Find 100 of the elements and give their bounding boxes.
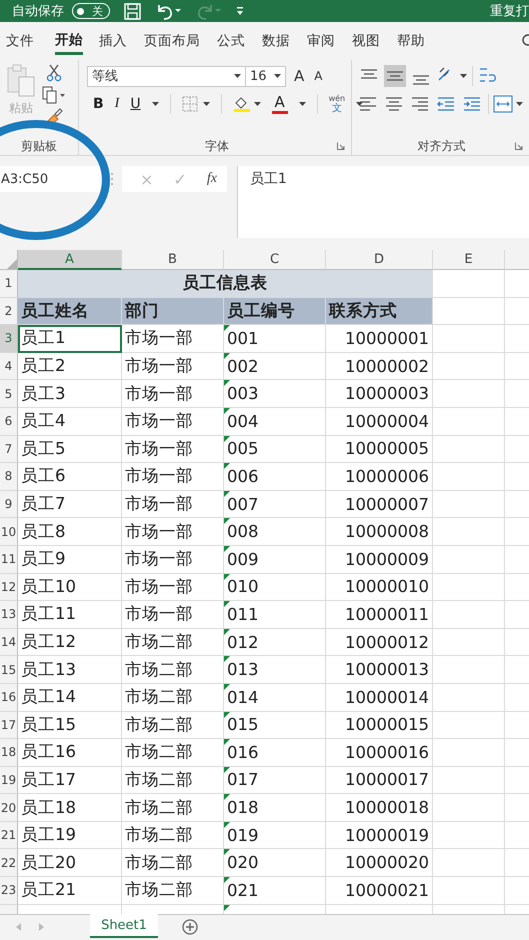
ribbon-tab[interactable]: 插入 <box>95 22 140 60</box>
dropdown-icon[interactable] <box>274 74 281 78</box>
table-cell: 员工14 <box>21 686 76 708</box>
phonetic-button[interactable]: wén 文 <box>328 94 346 114</box>
row-header[interactable]: 6 <box>0 408 18 436</box>
save-icon[interactable] <box>124 2 141 20</box>
merge-center-icon[interactable] <box>493 94 523 114</box>
row-header[interactable]: 20 <box>0 794 18 822</box>
dropdown-icon[interactable] <box>152 102 159 106</box>
row-header[interactable]: 14 <box>0 628 18 656</box>
fill-color-icon[interactable] <box>232 95 261 113</box>
customize-icon[interactable] <box>235 5 245 17</box>
ribbon-tab[interactable]: 开始 <box>55 27 83 55</box>
row-header[interactable]: 12 <box>0 574 18 602</box>
error-indicator-icon[interactable] <box>224 490 230 497</box>
row-header[interactable]: 7 <box>0 436 18 464</box>
row-header[interactable]: 5 <box>0 380 18 408</box>
row-header[interactable]: 3 <box>0 325 18 353</box>
table-cell: 员工19 <box>21 824 76 846</box>
row-header[interactable]: 9 <box>0 490 18 518</box>
row-header[interactable]: 15 <box>0 656 18 684</box>
undo-icon[interactable] <box>155 2 183 20</box>
error-indicator-icon[interactable] <box>224 436 230 442</box>
row-header[interactable]: 22 <box>0 849 18 878</box>
row-header[interactable]: 8 <box>0 463 18 491</box>
row-header[interactable]: 23 <box>0 877 18 905</box>
row-header[interactable]: 19 <box>0 766 18 794</box>
font-color-button[interactable]: A <box>272 94 288 114</box>
row-header[interactable]: 17 <box>0 712 18 740</box>
error-indicator-icon[interactable] <box>224 904 230 911</box>
italic-button[interactable]: I <box>114 96 120 112</box>
ribbon-tab[interactable]: 审阅 <box>303 22 348 60</box>
grow-font-button[interactable]: A <box>294 67 304 85</box>
font-size-field[interactable]: 16 <box>246 66 286 86</box>
row-header[interactable]: 16 <box>0 684 18 712</box>
error-indicator-icon[interactable] <box>224 766 230 773</box>
error-indicator-icon[interactable] <box>224 380 230 386</box>
ribbon-tab[interactable]: 公式 <box>213 22 258 60</box>
table-cell: 市场二部 <box>125 741 193 764</box>
column-header[interactable]: B <box>122 250 224 270</box>
row-header[interactable]: 18 <box>0 739 18 767</box>
name-box[interactable]: A3:C50 <box>0 166 100 192</box>
error-indicator-icon[interactable] <box>224 574 230 580</box>
dropdown-icon[interactable] <box>356 102 364 106</box>
table-cell: 10000020 <box>345 853 429 872</box>
error-indicator-icon[interactable] <box>224 877 230 884</box>
cut-icon[interactable] <box>47 64 61 82</box>
ribbon-tab[interactable]: 数据 <box>258 22 303 60</box>
error-indicator-icon[interactable] <box>224 712 230 718</box>
column-header[interactable]: D <box>326 250 433 270</box>
table-cell: 员工16 <box>21 741 76 764</box>
row-header[interactable]: 1 <box>0 270 18 298</box>
row-header[interactable]: 11 <box>0 546 18 574</box>
error-indicator-icon[interactable] <box>224 684 230 690</box>
row-header[interactable]: 21 <box>0 822 18 850</box>
error-indicator-icon[interactable] <box>224 601 230 608</box>
error-indicator-icon[interactable] <box>224 628 230 635</box>
column-header[interactable]: A <box>18 250 122 270</box>
table-cell: 008 <box>227 522 258 542</box>
error-indicator-icon[interactable] <box>224 546 230 552</box>
add-sheet-icon[interactable] <box>182 919 198 935</box>
copy-icon[interactable] <box>42 86 66 104</box>
table-cell: 市场二部 <box>125 824 193 846</box>
ribbon-tab[interactable]: 视图 <box>348 22 393 60</box>
dropdown-icon[interactable] <box>298 102 306 106</box>
ribbon-tab[interactable]: 文件 <box>2 22 47 60</box>
dialog-launcher-icon[interactable] <box>337 142 345 150</box>
dialog-launcher-icon[interactable] <box>515 142 523 150</box>
column-header[interactable]: E <box>433 250 505 270</box>
sheet-tab[interactable]: Sheet1 <box>90 914 158 938</box>
font-name-field[interactable]: 等线 <box>87 66 246 86</box>
error-indicator-icon[interactable] <box>224 325 230 332</box>
column-title: 员工姓名 <box>21 300 89 322</box>
underline-button[interactable]: U <box>130 96 141 112</box>
row-header[interactable]: 2 <box>0 298 18 326</box>
table-cell: 10000012 <box>345 632 429 652</box>
bold-button[interactable]: B <box>93 96 104 112</box>
error-indicator-icon[interactable] <box>224 463 230 470</box>
ribbon-tab[interactable]: 帮助 <box>393 22 438 60</box>
table-cell: 市场二部 <box>125 879 193 902</box>
error-indicator-icon[interactable] <box>224 794 230 800</box>
insert-function-button[interactable]: fx <box>206 171 217 187</box>
shrink-font-button[interactable]: A <box>314 69 322 83</box>
formula-field[interactable]: 员工1 <box>236 166 529 238</box>
dropdown-icon[interactable] <box>234 74 241 78</box>
error-indicator-icon[interactable] <box>224 656 230 662</box>
error-indicator-icon[interactable] <box>224 739 230 746</box>
middle-align-icon[interactable] <box>384 65 406 87</box>
error-indicator-icon[interactable] <box>224 518 230 524</box>
row-header[interactable]: 13 <box>0 601 18 629</box>
column-header[interactable]: C <box>224 250 326 270</box>
error-indicator-icon[interactable] <box>224 822 230 828</box>
row-header[interactable]: 10 <box>0 518 18 546</box>
error-indicator-icon[interactable] <box>224 352 230 359</box>
autosave-toggle[interactable]: 关 <box>72 3 110 19</box>
error-indicator-icon[interactable] <box>224 408 230 414</box>
ribbon-tab[interactable]: 页面布局 <box>140 22 213 60</box>
error-indicator-icon[interactable] <box>224 849 230 856</box>
row-header[interactable]: 4 <box>0 352 18 380</box>
borders-icon[interactable] <box>182 96 210 112</box>
